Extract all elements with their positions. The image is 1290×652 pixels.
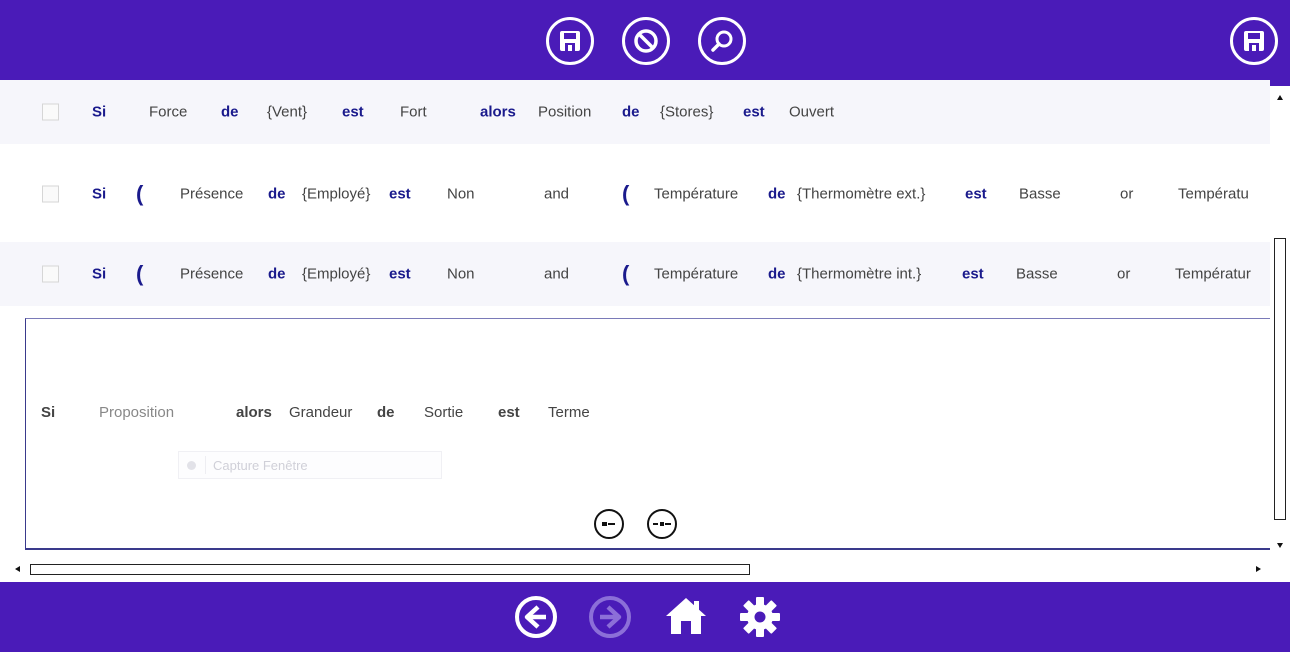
grandeur-field[interactable]: Grandeur <box>289 404 352 421</box>
rule-token[interactable]: Position <box>538 104 591 121</box>
rule-keyword: est <box>342 103 364 121</box>
rule-token[interactable]: Ouvert <box>789 104 834 121</box>
app-window: Si Force de {Vent} est Fort alors Position de {St… <box>0 0 1290 652</box>
remove-condition-icon <box>602 522 615 526</box>
settings-button[interactable] <box>738 595 782 644</box>
rule-token[interactable]: or <box>1117 266 1130 283</box>
search-icon <box>711 30 733 52</box>
rule-token[interactable]: and <box>544 266 569 283</box>
rule-row[interactable]: Si Force de {Vent} est Fort alors Position de {St… <box>0 80 1270 144</box>
capture-label: Capture Fenêtre <box>213 458 308 473</box>
forward-icon <box>589 596 631 638</box>
rule-token[interactable]: Fort <box>400 104 427 121</box>
scroll-down-icon[interactable] <box>1277 543 1283 548</box>
back-icon <box>515 596 557 638</box>
rule-paren: ( <box>136 261 144 286</box>
bottom-navigation <box>0 582 1290 652</box>
rule-token[interactable]: Force <box>149 104 187 121</box>
rule-token[interactable]: {Thermomètre ext.} <box>797 186 925 203</box>
rule-checkbox[interactable] <box>42 265 59 283</box>
rule-keyword: de <box>268 265 286 283</box>
rule-keyword: Si <box>92 185 107 203</box>
rule-keyword: de <box>768 265 786 283</box>
rule-token[interactable]: {Vent} <box>267 104 307 121</box>
rule-token[interactable]: and <box>544 186 569 203</box>
scroll-left-icon[interactable] <box>15 566 20 572</box>
rule-keyword: est <box>743 103 765 121</box>
editor-si-keyword: Si <box>41 404 56 421</box>
rule-keyword: est <box>965 185 987 203</box>
forward-button[interactable] <box>588 595 632 644</box>
rule-token[interactable]: Non <box>447 266 475 283</box>
rule-keyword: alors <box>480 103 516 121</box>
home-button[interactable] <box>664 594 708 643</box>
rule-token[interactable]: Températur <box>1175 266 1251 283</box>
rule-keyword: est <box>962 265 984 283</box>
rule-keyword: Si <box>92 265 107 283</box>
rule-token[interactable]: {Stores} <box>660 104 713 121</box>
add-condition-icon <box>653 522 671 526</box>
terme-field[interactable]: Terme <box>548 404 590 421</box>
rule-paren: ( <box>622 181 630 206</box>
capture-icon <box>187 461 196 470</box>
rule-keyword: est <box>389 185 411 203</box>
rule-token[interactable]: Présence <box>180 266 243 283</box>
rule-keyword: est <box>389 265 411 283</box>
remove-condition-button[interactable] <box>594 509 624 539</box>
back-button[interactable] <box>514 595 558 644</box>
editor-de-keyword: de <box>377 404 395 421</box>
top-toolbar <box>0 0 1290 86</box>
rule-row[interactable]: Si ( Présence de {Employé} est Non and ( Températ… <box>0 162 1270 226</box>
rule-keyword: de <box>221 103 239 121</box>
rule-row[interactable]: Si ( Présence de {Employé} est Non and ( Températ… <box>0 242 1270 306</box>
save-icon <box>560 31 580 51</box>
rule-paren: ( <box>622 261 630 286</box>
search-button[interactable] <box>698 17 746 65</box>
rule-token[interactable]: {Employé} <box>302 186 370 203</box>
save-all-button[interactable] <box>1230 17 1278 65</box>
rule-token[interactable]: Basse <box>1019 186 1061 203</box>
rule-token[interactable]: {Employé} <box>302 266 370 283</box>
rule-token[interactable]: Non <box>447 186 475 203</box>
rule-keyword: de <box>622 103 640 121</box>
proposition-field[interactable]: Proposition <box>99 404 174 421</box>
rule-token[interactable]: Température <box>654 186 738 203</box>
rule-token[interactable]: or <box>1120 186 1133 203</box>
horizontal-scroll-thumb[interactable] <box>30 564 750 575</box>
rule-token[interactable]: Présence <box>180 186 243 203</box>
capture-window-button[interactable]: Capture Fenêtre <box>178 451 442 479</box>
rule-editor: Si Proposition alors Grandeur de Sortie … <box>25 318 1270 550</box>
cancel-button[interactable] <box>622 17 670 65</box>
rule-token[interactable]: Température <box>654 266 738 283</box>
add-condition-button[interactable] <box>647 509 677 539</box>
cancel-icon <box>634 29 658 53</box>
divider <box>205 456 206 474</box>
rule-paren: ( <box>136 181 144 206</box>
editor-alors-keyword: alors <box>236 404 272 421</box>
rule-token[interactable]: Températu <box>1178 186 1249 203</box>
rule-token[interactable]: Basse <box>1016 266 1058 283</box>
editor-est-keyword: est <box>498 404 520 421</box>
scroll-right-icon[interactable] <box>1256 566 1261 572</box>
home-icon <box>666 598 706 634</box>
save-button[interactable] <box>546 17 594 65</box>
sortie-field[interactable]: Sortie <box>424 404 463 421</box>
rule-checkbox[interactable] <box>42 103 59 121</box>
rule-checkbox[interactable] <box>42 185 59 203</box>
save-icon <box>1244 31 1264 51</box>
rule-keyword: Si <box>92 103 107 121</box>
scroll-up-icon[interactable] <box>1277 95 1283 100</box>
rule-keyword: de <box>268 185 286 203</box>
rule-keyword: de <box>768 185 786 203</box>
settings-icon <box>740 597 780 637</box>
vertical-scroll-thumb[interactable] <box>1274 238 1286 520</box>
rule-token[interactable]: {Thermomètre int.} <box>797 266 921 283</box>
